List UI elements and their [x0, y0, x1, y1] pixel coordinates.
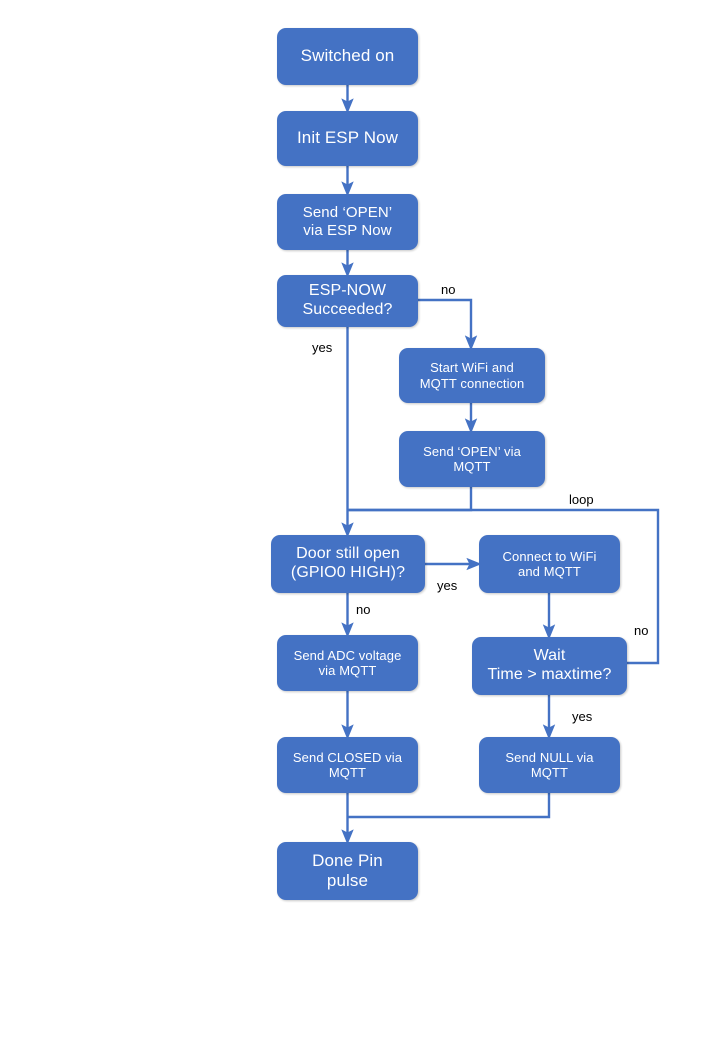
connector-null-to-done: [348, 793, 551, 819]
edge-label-yes-espnow: yes: [312, 340, 333, 355]
node-connect-to-wifi-and-mqtt[interactable]: Connect to WiFi and MQTT: [479, 535, 620, 593]
edge-label-yes-door: yes: [437, 578, 458, 593]
edge-label-yes-wait: yes: [572, 709, 593, 724]
node-start-wifi-and-mqtt-connection[interactable]: Start WiFi and MQTT connection: [399, 348, 545, 403]
edge-label-loop: loop: [569, 492, 594, 507]
node-wait-time-maxtime-decision[interactable]: Wait Time > maxtime?: [472, 637, 627, 695]
edge-label-no-wait: no: [634, 623, 649, 638]
edge-label-no-espnow: no: [441, 282, 456, 297]
node-send-adc-voltage-via-mqtt[interactable]: Send ADC voltage via MQTT: [277, 635, 418, 691]
node-door-still-open-decision[interactable]: Door still open (GPIO0 HIGH)?: [271, 535, 425, 593]
node-send-open-via-mqtt[interactable]: Send ‘OPEN’ via MQTT: [399, 431, 545, 487]
node-espnow-succeeded-decision[interactable]: ESP-NOW Succeeded?: [277, 275, 418, 327]
node-send-null-via-mqtt[interactable]: Send NULL via MQTT: [479, 737, 620, 793]
node-init-esp-now[interactable]: Init ESP Now: [277, 111, 418, 166]
flowchart-canvas: Switched on Init ESP Now Send ‘OPEN’ via…: [0, 0, 720, 1040]
node-send-open-via-esp-now[interactable]: Send ‘OPEN’ via ESP Now: [277, 194, 418, 250]
node-switched-on[interactable]: Switched on: [277, 28, 418, 85]
connector-espnow-no-to-start-wifi: [418, 298, 478, 351]
node-send-closed-via-mqtt[interactable]: Send CLOSED via MQTT: [277, 737, 418, 793]
connector-send-open-mqtt-to-door: [348, 487, 473, 512]
node-done-pin-pulse[interactable]: Done Pin pulse: [277, 842, 418, 900]
edge-label-no-door: no: [356, 602, 371, 617]
